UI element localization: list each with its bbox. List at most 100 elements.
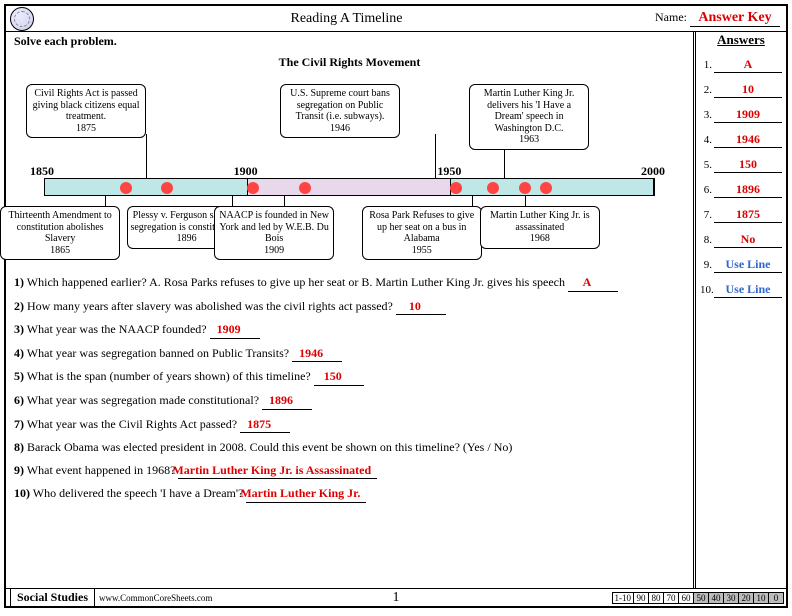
answer-number: 2.: [700, 84, 714, 96]
answers-heading: Answers: [700, 32, 782, 48]
answer-value: 1896: [714, 182, 782, 198]
answer-number: 4.: [700, 134, 714, 146]
inline-answer: Martin Luther King Jr. is Assassinated: [178, 463, 377, 480]
question-number: 9): [14, 463, 24, 477]
event-year: 1909: [217, 245, 331, 257]
question-number: 2): [14, 299, 24, 313]
header: Reading A Timeline Name: Answer Key: [6, 6, 786, 32]
timeline-dot: [247, 182, 259, 194]
answer-value: 1875: [714, 207, 782, 223]
timeline-segment: [45, 179, 248, 195]
event-text: Civil Rights Act is passed giving black …: [33, 88, 140, 122]
question-number: 6): [14, 393, 24, 407]
answer-row: 7.1875: [700, 207, 782, 223]
question-list: 1) Which happened earlier? A. Rosa Parks…: [14, 275, 685, 503]
event-year: 1865: [3, 245, 117, 257]
source-url: www.CommonCoreSheets.com: [99, 593, 212, 603]
answer-number: 6.: [700, 184, 714, 196]
timeline-callout: Rosa Park Refuses to give up her seat on…: [362, 206, 482, 260]
answer-value: 150: [714, 157, 782, 173]
event-year: 1946: [283, 123, 397, 135]
event-year: 1955: [365, 245, 479, 257]
tick-label: 1850: [30, 164, 54, 179]
question: 4) What year was segregation banned on P…: [26, 346, 685, 363]
question-number: 7): [14, 417, 24, 431]
answer-value: 1946: [714, 132, 782, 148]
event-text: U.S. Supreme court bans segregation on P…: [290, 88, 390, 122]
timeline-dot: [299, 182, 311, 194]
answer-row: 9.Use Line: [700, 257, 782, 273]
tick-label: 1900: [234, 164, 258, 179]
grade-range-label: 1-10: [612, 592, 635, 604]
grade-cell: 10: [753, 592, 769, 604]
callout-connector: [146, 134, 147, 178]
question-text: What year was the Civil Rights Act passe…: [27, 417, 237, 431]
answer-value: No: [714, 232, 782, 248]
question-number: 1): [14, 275, 24, 289]
answer-row: 10.Use Line: [700, 282, 782, 298]
timeline-callout: U.S. Supreme court bans segregation on P…: [280, 84, 400, 138]
timeline-dot: [487, 182, 499, 194]
timeline-dot: [161, 182, 173, 194]
timeline-dot: [450, 182, 462, 194]
subject-badge: Social Studies: [10, 588, 95, 607]
grade-cell: 20: [738, 592, 754, 604]
question: 7) What year was the Civil Rights Act pa…: [26, 417, 685, 434]
question-text: What event happened in 1968?: [27, 463, 176, 477]
main-content: Solve each problem. The Civil Rights Mov…: [6, 32, 696, 588]
event-text: NAACP is founded in New York and led by …: [219, 210, 329, 244]
timeline-segment: [248, 179, 451, 195]
answer-number: 9.: [700, 259, 714, 271]
answer-number: 7.: [700, 209, 714, 221]
event-year: 1968: [483, 233, 597, 245]
timeline-dot: [120, 182, 132, 194]
answer-key-label: Answer Key: [690, 10, 780, 27]
inline-answer: 1946: [292, 346, 342, 363]
event-text: Martin Luther King Jr. delivers his 'I H…: [484, 88, 575, 134]
question-text: Who delivered the speech 'I have a Dream…: [33, 486, 244, 500]
answer-number: 3.: [700, 109, 714, 121]
event-text: Thirteenth Amendment to constitution abo…: [8, 210, 111, 244]
page-title: Reading A Timeline: [38, 11, 655, 27]
question: 2) How many years after slavery was abol…: [26, 299, 685, 316]
timeline-callout: Civil Rights Act is passed giving black …: [26, 84, 146, 138]
name-field: Name: Answer Key: [655, 10, 786, 27]
timeline: 1850190019502000Thirteenth Amendment to …: [24, 78, 675, 268]
answer-value: Use Line: [714, 257, 782, 273]
question: 6) What year was segregation made consti…: [26, 393, 685, 410]
timeline-callout: Martin Luther King Jr. is assassinated19…: [480, 206, 600, 249]
answer-row: 6.1896: [700, 182, 782, 198]
question-text: What year was segregation made constitut…: [27, 393, 259, 407]
grade-cell: 30: [723, 592, 739, 604]
tick-label: 2000: [641, 164, 665, 179]
timeline-callout: NAACP is founded in New York and led by …: [214, 206, 334, 260]
question-text: How many years after slavery was abolish…: [27, 299, 393, 313]
question-number: 8): [14, 440, 24, 454]
grade-cell: 90: [633, 592, 649, 604]
answer-row: 8.No: [700, 232, 782, 248]
answer-value: Use Line: [714, 282, 782, 298]
answers-list: 1.A2.103.19094.19465.1506.18967.18758.No…: [700, 57, 782, 298]
answer-value: A: [714, 57, 782, 73]
question-number: 3): [14, 322, 24, 336]
footer: Social Studies www.CommonCoreSheets.com …: [6, 588, 786, 606]
inline-answer: Martin Luther King Jr.: [246, 486, 366, 503]
timeline-title: The Civil Rights Movement: [14, 55, 685, 70]
grade-cell: 50: [693, 592, 709, 604]
answer-value: 1909: [714, 107, 782, 123]
timeline-dot: [519, 182, 531, 194]
inline-answer: 1909: [210, 322, 260, 339]
timeline-callout: Thirteenth Amendment to constitution abo…: [0, 206, 120, 260]
question: 5) What is the span (number of years sho…: [26, 369, 685, 386]
answer-row: 3.1909: [700, 107, 782, 123]
question-number: 10): [14, 486, 30, 500]
timeline-segment: [451, 179, 654, 195]
answer-value: 10: [714, 82, 782, 98]
page-number: 1: [393, 590, 400, 606]
answer-number: 8.: [700, 234, 714, 246]
question-text: Barack Obama was elected president in 20…: [27, 440, 512, 454]
timeline-callout: Martin Luther King Jr. delivers his 'I H…: [469, 84, 589, 150]
question-number: 4): [14, 346, 24, 360]
timeline-bar: [44, 178, 655, 196]
grade-cell: 0: [768, 592, 784, 604]
